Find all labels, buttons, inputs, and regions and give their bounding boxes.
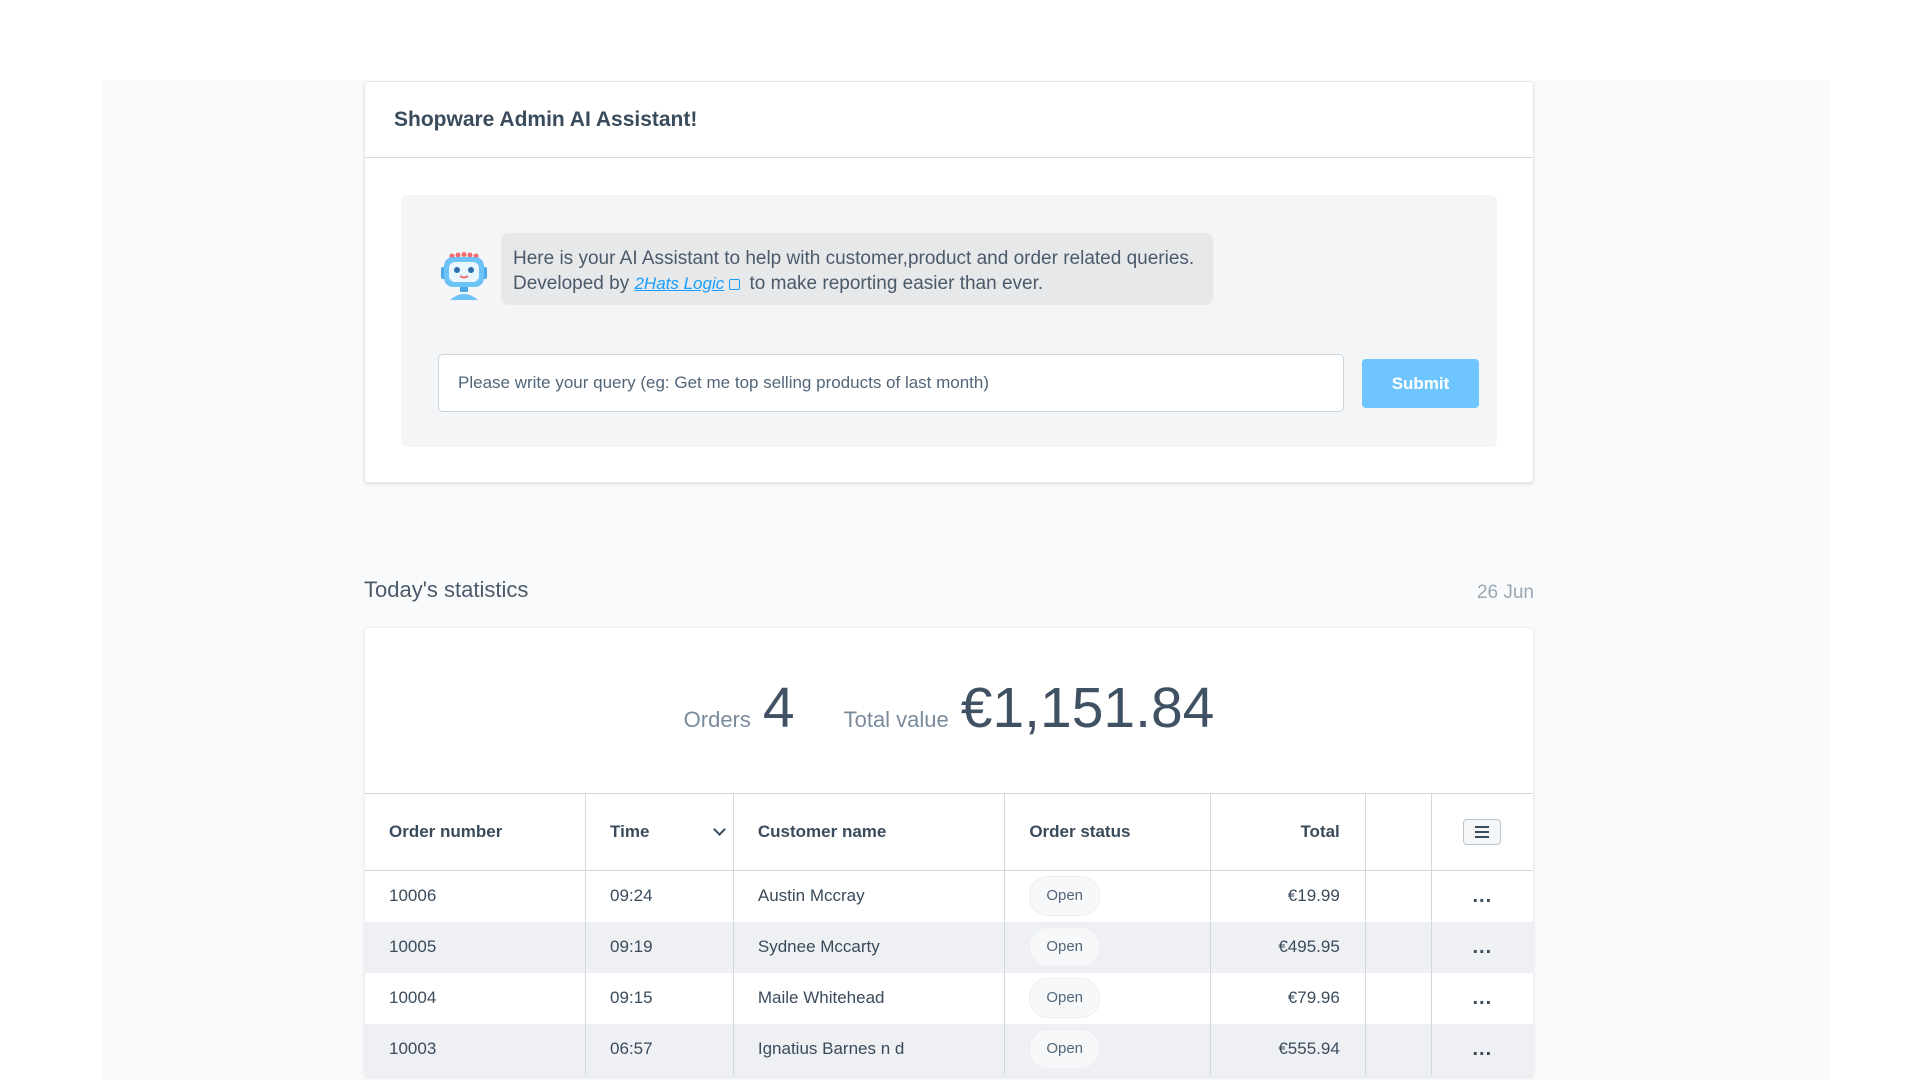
header-time[interactable]: Time bbox=[585, 793, 734, 871]
cell-total: €555.94 bbox=[1210, 1023, 1366, 1075]
row-actions-button[interactable]: ... bbox=[1472, 885, 1492, 907]
ai-chat-panel: Here is your AI Assistant to help with c… bbox=[401, 195, 1497, 447]
cell-customer-name: Ignatius Barnes n d bbox=[733, 1023, 1006, 1075]
status-badge: Open bbox=[1029, 978, 1101, 1018]
cell-order-status: Open bbox=[1004, 921, 1211, 973]
cell-order-status: Open bbox=[1004, 972, 1211, 1024]
chevron-down-icon bbox=[713, 823, 727, 836]
stats-summary: Orders 4 Total value €1,151.84 bbox=[365, 628, 1533, 793]
cell-order-number[interactable]: 10005 bbox=[365, 921, 587, 973]
cell-actions: ... bbox=[1431, 1023, 1533, 1075]
stats-date: 26 Jun bbox=[1476, 582, 1534, 603]
robot-icon bbox=[441, 252, 487, 300]
stats-card: Orders 4 Total value €1,151.84 Order num… bbox=[364, 627, 1534, 1076]
cell-order-number[interactable]: 10003 bbox=[365, 1023, 587, 1075]
cell-order-status: Open bbox=[1004, 870, 1211, 922]
header-order-number[interactable]: Order number bbox=[365, 793, 587, 871]
cell-order-number[interactable]: 10006 bbox=[365, 870, 587, 922]
cell-customer-name: Sydnee Mccarty bbox=[733, 921, 1006, 973]
cell-customer-name: Austin Mccray bbox=[733, 870, 1006, 922]
orders-label: Orders bbox=[683, 707, 751, 732]
header-order-status[interactable]: Order status bbox=[1004, 793, 1211, 871]
cell-time: 09:19 bbox=[585, 921, 734, 973]
header-spacer bbox=[1365, 793, 1432, 871]
cell-spacer bbox=[1365, 972, 1432, 1024]
header-settings bbox=[1431, 793, 1533, 871]
cell-total: €495.95 bbox=[1210, 921, 1366, 973]
status-badge: Open bbox=[1029, 1029, 1101, 1069]
row-actions-button[interactable]: ... bbox=[1472, 936, 1492, 958]
header-total[interactable]: Total bbox=[1210, 793, 1366, 871]
ai-assistant-card: Shopware Admin AI Assistant! Here is you bbox=[364, 81, 1534, 483]
external-link-icon bbox=[729, 279, 741, 290]
developer-link[interactable]: 2Hats Logic bbox=[634, 274, 724, 293]
cell-spacer bbox=[1365, 870, 1432, 922]
status-badge: Open bbox=[1029, 876, 1101, 917]
main-content: Shopware Admin AI Assistant! Here is you bbox=[364, 81, 1534, 1076]
header-customer-name[interactable]: Customer name bbox=[733, 793, 1006, 871]
cell-spacer bbox=[1365, 921, 1432, 973]
cell-total: €19.99 bbox=[1210, 870, 1366, 922]
total-value: €1,151.84 bbox=[960, 676, 1215, 740]
assistant-message-text-end: to make reporting easier than ever. bbox=[744, 273, 1044, 294]
table-row[interactable]: 10004 09:15 Maile Whitehead Open €79.96 … bbox=[365, 972, 1533, 1024]
cell-order-number[interactable]: 10004 bbox=[365, 972, 587, 1024]
query-input[interactable] bbox=[438, 354, 1344, 412]
ai-assistant-title: Shopware Admin AI Assistant! bbox=[365, 82, 1533, 158]
cell-actions: ... bbox=[1431, 921, 1533, 973]
orders-count: 4 bbox=[762, 676, 795, 740]
cell-spacer bbox=[1365, 1023, 1432, 1075]
status-badge: Open bbox=[1029, 927, 1101, 967]
cell-customer-name: Maile Whitehead bbox=[733, 972, 1006, 1024]
stats-header: Today's statistics 26 Jun bbox=[364, 573, 1534, 607]
orders-table: Order number Time Customer name Order st… bbox=[365, 793, 1533, 1075]
stats-title: Today's statistics bbox=[364, 577, 529, 602]
header-time-label: Time bbox=[610, 822, 650, 841]
cell-time: 09:24 bbox=[585, 870, 734, 922]
table-header-row: Order number Time Customer name Order st… bbox=[365, 793, 1533, 871]
column-settings-button[interactable] bbox=[1463, 819, 1502, 845]
row-actions-button[interactable]: ... bbox=[1472, 987, 1492, 1009]
cell-total: €79.96 bbox=[1210, 972, 1366, 1024]
table-row[interactable]: 10003 06:57 Ignatius Barnes n d Open €55… bbox=[365, 1023, 1533, 1075]
cell-order-status: Open bbox=[1004, 1023, 1211, 1075]
cell-actions: ... bbox=[1431, 871, 1533, 922]
table-row[interactable]: 10005 09:19 Sydnee Mccarty Open €495.95 … bbox=[365, 921, 1533, 973]
table-row[interactable]: 10006 09:24 Austin Mccray Open €19.99 ..… bbox=[365, 870, 1533, 922]
total-value-label: Total value bbox=[843, 707, 949, 732]
cell-time: 06:57 bbox=[585, 1023, 734, 1075]
row-actions-button[interactable]: ... bbox=[1472, 1038, 1492, 1060]
cell-actions: ... bbox=[1431, 973, 1533, 1024]
submit-button[interactable]: Submit bbox=[1362, 359, 1479, 408]
cell-time: 09:15 bbox=[585, 972, 734, 1024]
assistant-message-bubble: Here is your AI Assistant to help with c… bbox=[501, 233, 1213, 305]
